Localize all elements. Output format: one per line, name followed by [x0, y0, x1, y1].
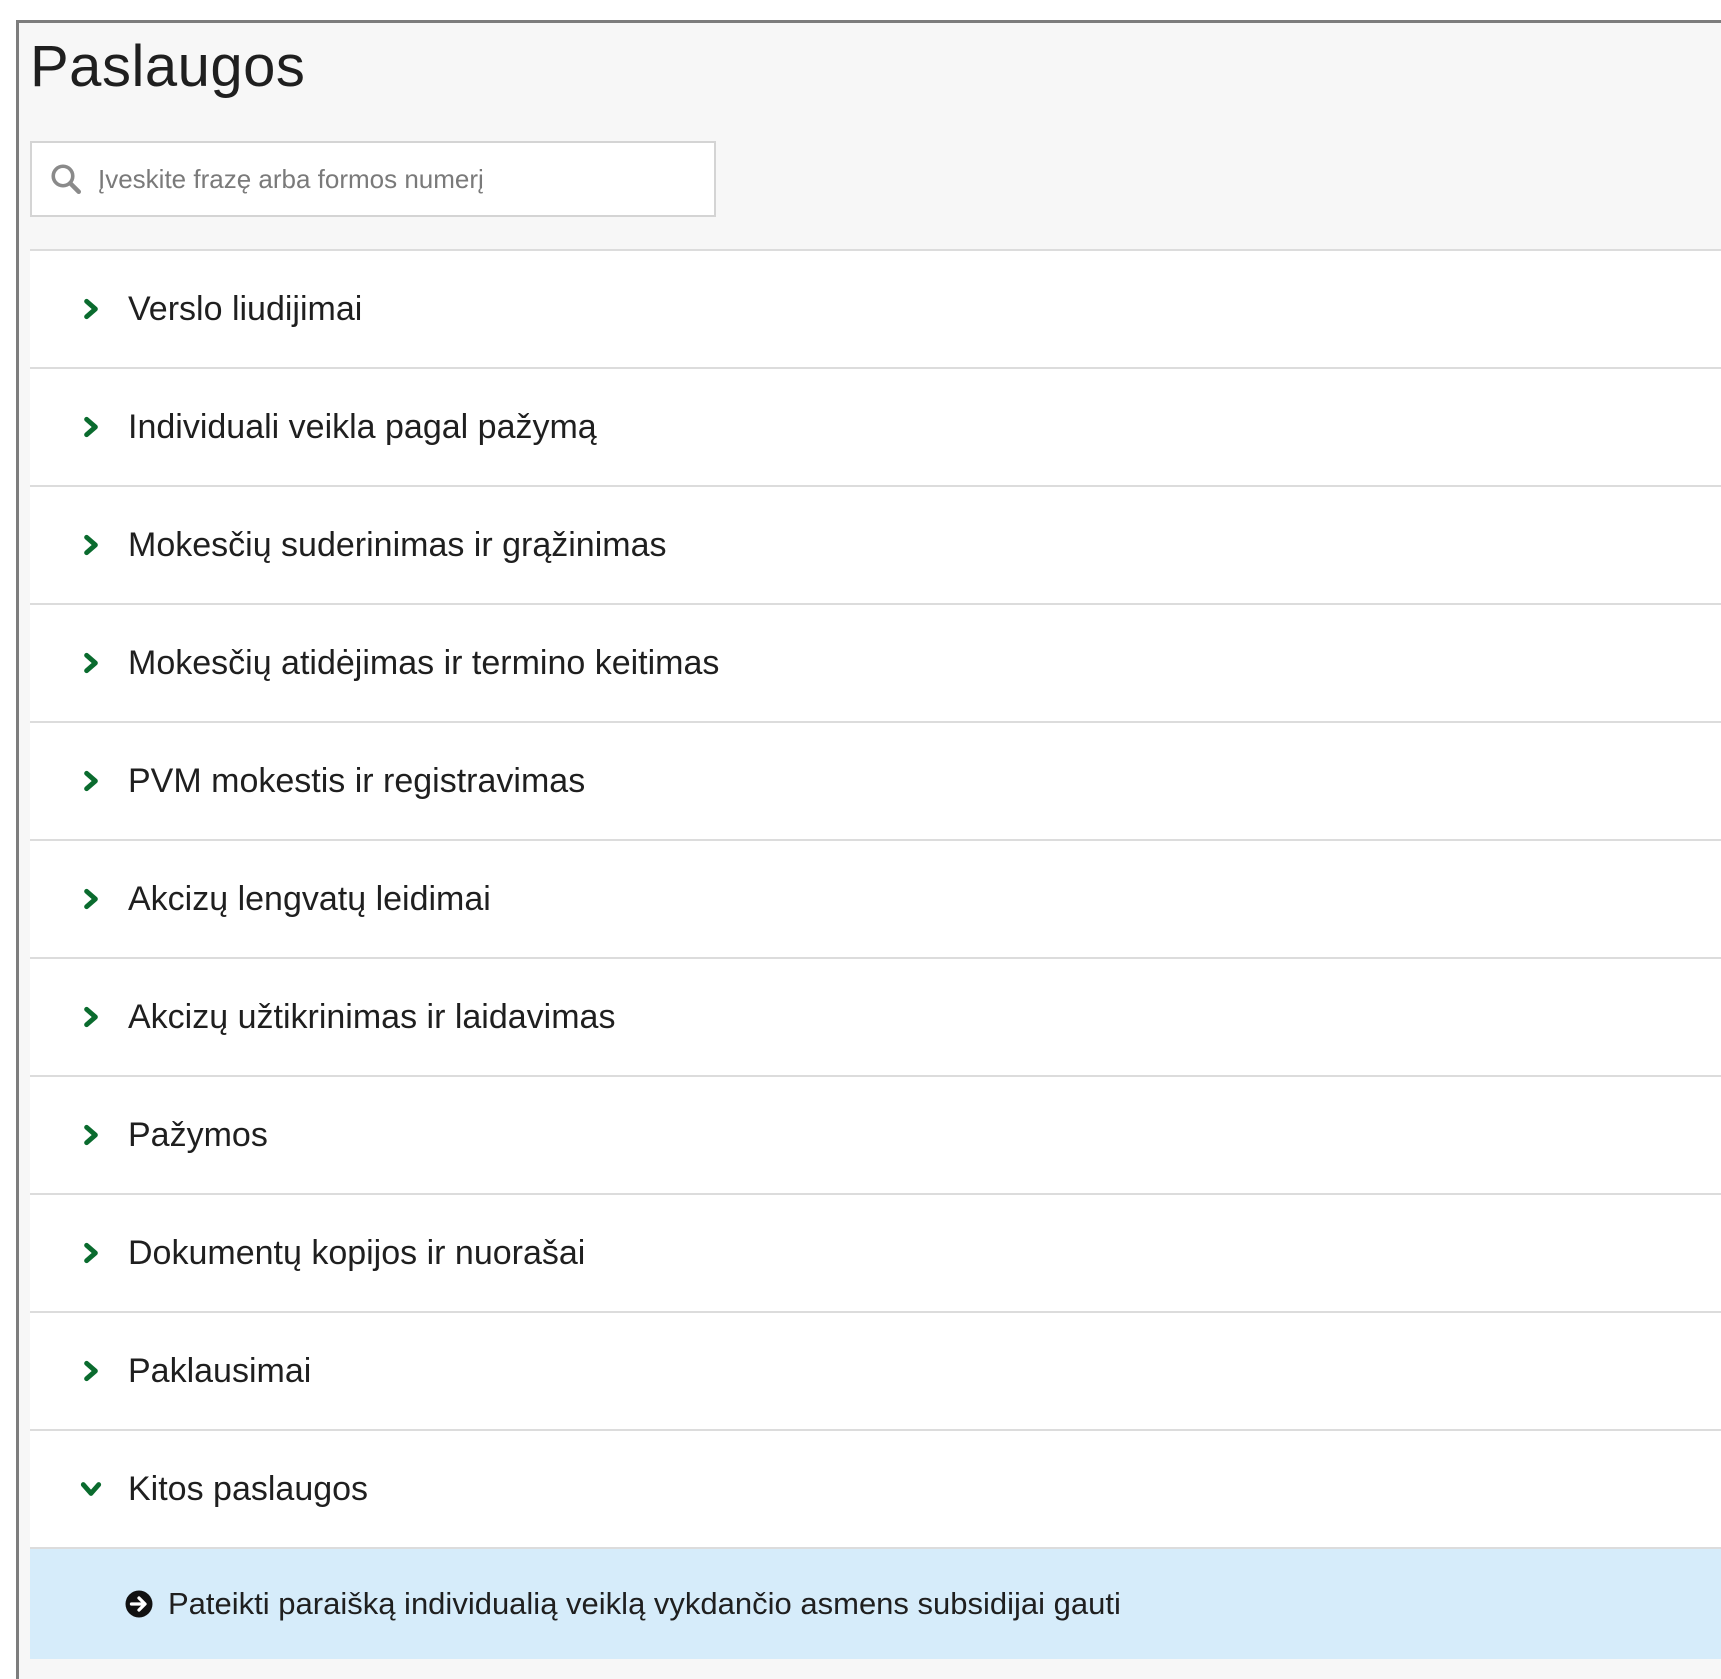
accordion-item-label: Individuali veikla pagal pažymą — [128, 407, 597, 446]
accordion-item-kitos-paslaugos[interactable]: Kitos paslaugos — [30, 1431, 1721, 1549]
chevron-right-icon — [84, 652, 98, 674]
service-link-subsidija[interactable]: Pateikti paraišką individualią veiklą vy… — [30, 1549, 1721, 1659]
accordion-item-label: Mokesčių suderinimas ir grąžinimas — [128, 525, 667, 564]
accordion-item-pvm-mokestis[interactable]: PVM mokestis ir registravimas — [30, 723, 1721, 841]
search-input[interactable] — [98, 163, 698, 195]
chevron-right-icon — [84, 416, 98, 438]
accordion-item-label: Mokesčių atidėjimas ir termino keitimas — [128, 643, 720, 682]
search-icon — [51, 164, 81, 194]
search-box[interactable] — [30, 141, 716, 217]
services-accordion: Verslo liudijimai Individuali veikla pag… — [30, 249, 1721, 1659]
accordion-item-label: Akcizų lengvatų leidimai — [128, 879, 491, 918]
accordion-item-dokumentu-kopijos[interactable]: Dokumentų kopijos ir nuorašai — [30, 1195, 1721, 1313]
accordion-item-individuali-veikla[interactable]: Individuali veikla pagal pažymą — [30, 369, 1721, 487]
accordion-item-mokesciu-suderinimas[interactable]: Mokesčių suderinimas ir grąžinimas — [30, 487, 1721, 605]
accordion-item-paklausimai[interactable]: Paklausimai — [30, 1313, 1721, 1431]
accordion-item-label: Verslo liudijimai — [128, 289, 363, 328]
chevron-right-icon — [84, 1124, 98, 1146]
services-panel: Paslaugos Verslo liudijimai Individuali … — [16, 20, 1721, 1679]
accordion-item-label: Dokumentų kopijos ir nuorašai — [128, 1233, 586, 1272]
accordion-item-akcizu-uztikrinimas[interactable]: Akcizų užtikrinimas ir laidavimas — [30, 959, 1721, 1077]
chevron-down-icon — [80, 1482, 102, 1496]
chevron-right-icon — [84, 298, 98, 320]
accordion-item-label: Kitos paslaugos — [128, 1469, 369, 1508]
accordion-item-label: PVM mokestis ir registravimas — [128, 761, 586, 800]
accordion-item-mokesciu-atidejimas[interactable]: Mokesčių atidėjimas ir termino keitimas — [30, 605, 1721, 723]
accordion-item-label: Akcizų užtikrinimas ir laidavimas — [128, 997, 616, 1036]
chevron-right-icon — [84, 1006, 98, 1028]
chevron-right-icon — [84, 1242, 98, 1264]
accordion-item-pazymos[interactable]: Pažymos — [30, 1077, 1721, 1195]
chevron-right-icon — [84, 770, 98, 792]
accordion-item-label: Paklausimai — [128, 1351, 312, 1390]
accordion-item-verslo-liudijimai[interactable]: Verslo liudijimai — [30, 251, 1721, 369]
chevron-right-icon — [84, 888, 98, 910]
chevron-right-icon — [84, 534, 98, 556]
service-link-label: Pateikti paraišką individualią veiklą vy… — [168, 1586, 1121, 1621]
page-title: Paslaugos — [30, 34, 306, 99]
chevron-right-icon — [84, 1360, 98, 1382]
accordion-item-label: Pažymos — [128, 1115, 268, 1154]
circle-arrow-right-icon — [125, 1590, 153, 1618]
accordion-item-akcizu-lengvatu[interactable]: Akcizų lengvatų leidimai — [30, 841, 1721, 959]
